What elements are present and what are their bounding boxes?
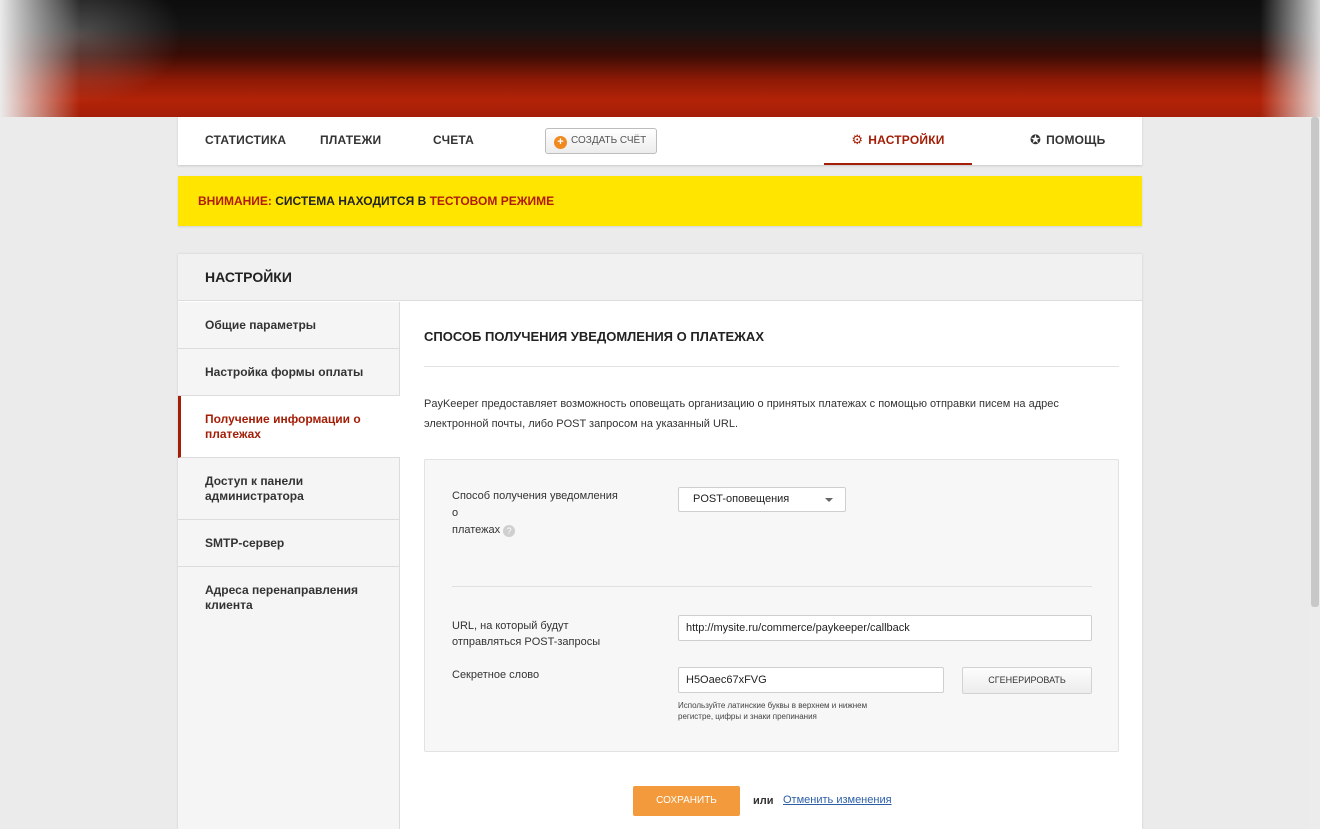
nav-invoices[interactable]: Счета — [433, 117, 474, 165]
sidebar-item-label: Настройка формы оплаты — [205, 364, 364, 379]
top-navigation: Статистика Платежи Счета + Создать счёт ⚙… — [178, 117, 1142, 165]
title-divider — [424, 366, 1119, 367]
warning-prefix: Внимание: — [198, 194, 272, 208]
create-invoice-label: Создать счёт — [571, 135, 647, 146]
nav-statistics[interactable]: Статистика — [205, 117, 286, 165]
sidebar-item-admin-access[interactable]: Доступ к панели администратора — [178, 458, 399, 520]
settings-content: Способ получения уведомления о платежах … — [401, 302, 1142, 829]
sidebar-item-redirects[interactable]: Адреса перенаправления клиента — [178, 567, 399, 629]
nav-settings[interactable]: ⚙ Настройки — [824, 117, 972, 165]
method-label-line1: Способ получения уведомления — [452, 490, 618, 502]
secret-hint-line1: Используйте латинские буквы в верхнем и … — [678, 701, 868, 710]
notification-settings-box: Способ получения уведомления о платежах?… — [424, 459, 1119, 752]
nav-settings-label: Настройки — [868, 133, 945, 147]
cancel-changes-link[interactable]: Отменить изменения — [783, 794, 892, 806]
box-divider — [452, 586, 1092, 587]
banner-fade-right — [1260, 0, 1320, 117]
or-label: или — [753, 795, 774, 807]
banner-fade-left — [0, 0, 80, 117]
secret-hint: Используйте латинские буквы в верхнем и … — [678, 700, 948, 722]
help-icon[interactable]: ? — [503, 525, 516, 537]
chevron-down-icon — [825, 498, 833, 502]
nav-help-label: Помощь — [1046, 133, 1106, 147]
warning-text: Система находится в — [275, 194, 427, 208]
nav-help[interactable]: ✪ Помощь — [1030, 117, 1105, 165]
section-description: PayKeeper предоставляет возможность опов… — [424, 398, 1059, 430]
settings-panel: Настройки Общие параметры Настройка форм… — [178, 254, 1142, 829]
warning-highlight: тестовом режиме — [429, 194, 555, 208]
secret-label: Секретное слово — [452, 669, 540, 681]
sidebar-item-label: Адреса перенаправления клиента — [205, 583, 359, 612]
url-label: URL, на который будут отправляться POST-… — [452, 620, 600, 649]
notification-method-value: POST-оповещения — [693, 493, 790, 505]
create-invoice-button[interactable]: + Создать счёт — [545, 128, 658, 154]
sidebar-item-payment-info[interactable]: Получение информации о платежах — [178, 396, 400, 458]
url-label-line2: отправляться POST-запросы — [452, 636, 601, 648]
secret-word-input[interactable]: H5Oaec67xFVG — [678, 667, 944, 693]
url-label-line1: URL, на который будут — [452, 620, 569, 632]
nav-payments[interactable]: Платежи — [320, 117, 381, 165]
secret-hint-line2: регистре, цифры и знаки препинания — [678, 712, 817, 721]
sidebar-item-general[interactable]: Общие параметры — [178, 302, 399, 349]
sidebar-item-smtp[interactable]: SMTP-сервер — [178, 520, 399, 567]
sidebar-item-label: Получение информации о платежах — [205, 411, 361, 441]
plus-circle-icon: + — [554, 136, 567, 149]
sidebar-item-payment-form[interactable]: Настройка формы оплаты — [178, 349, 399, 396]
sidebar-item-label: Общие параметры — [205, 317, 317, 332]
settings-sidebar: Общие параметры Настройка формы оплаты П… — [178, 302, 400, 829]
notification-method-select[interactable]: POST-оповещения — [678, 487, 846, 512]
lifebuoy-icon: ✪ — [1030, 132, 1042, 147]
page-scrollbar[interactable] — [1310, 117, 1320, 829]
method-label: Способ получения уведомления о платежах? — [452, 490, 618, 537]
test-mode-warning: Внимание: Система находится в тестовом р… — [178, 176, 1142, 226]
method-label-text: платежах — [452, 524, 501, 536]
sidebar-item-label: Доступ к панели администратора — [205, 473, 304, 503]
callback-url-input[interactable]: http://mysite.ru/commerce/paykeeper/call… — [678, 615, 1092, 641]
generate-button[interactable]: Сгенерировать — [962, 667, 1092, 694]
section-title: Способ получения уведомления о платежах — [424, 329, 764, 344]
save-button[interactable]: Сохранить — [633, 786, 740, 816]
panel-title: Настройки — [178, 254, 1142, 301]
scrollbar-thumb[interactable] — [1311, 117, 1319, 607]
gear-icon: ⚙ — [851, 132, 864, 147]
method-label-line3: платежах? — [452, 524, 618, 537]
method-label-line2: о — [452, 507, 459, 519]
sidebar-item-label: SMTP-сервер — [205, 535, 285, 550]
header-banner — [0, 0, 1320, 117]
